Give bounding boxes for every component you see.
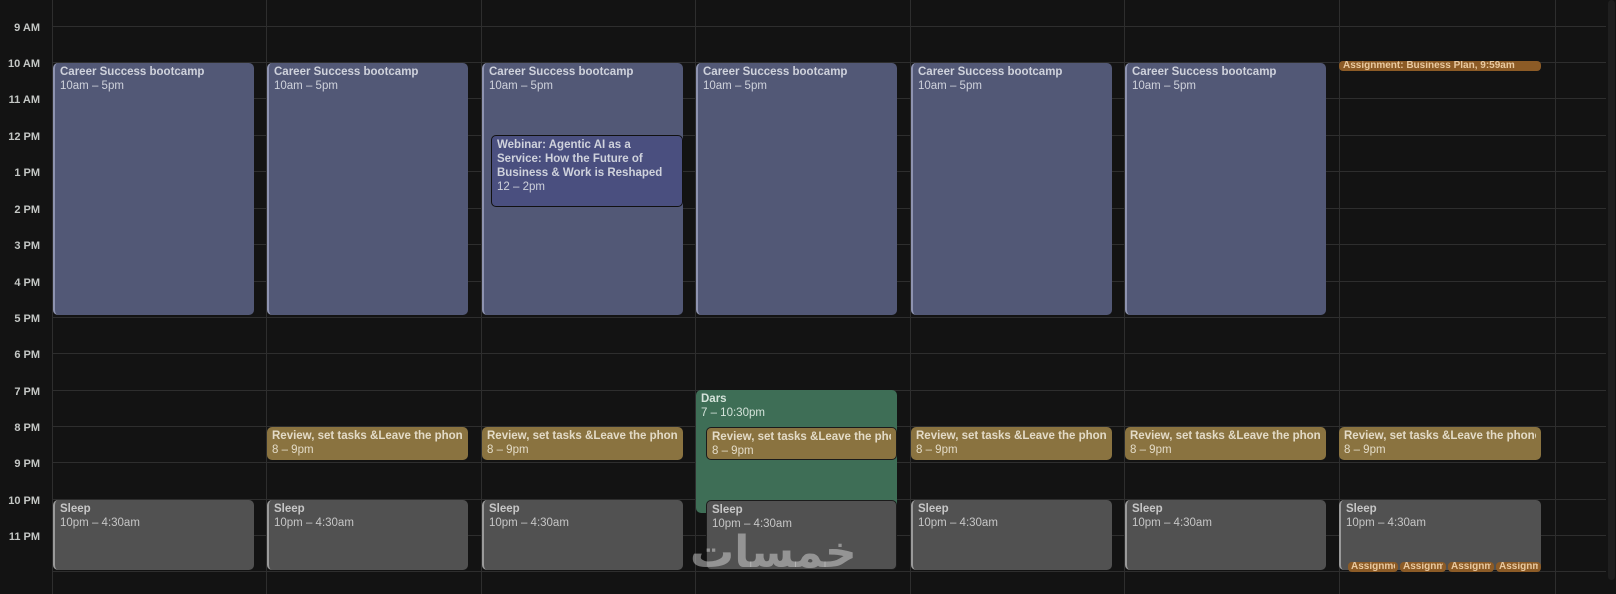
event-time: 10am – 5pm: [489, 80, 553, 92]
time-label: 11 PM: [8, 531, 40, 543]
event-title: Sleep: [1132, 503, 1163, 515]
event-title: Career Success bootcamp: [703, 66, 848, 78]
event-title: Assignme: [1451, 562, 1491, 572]
event-career-bootcamp[interactable]: Career Success bootcamp 10am – 5pm: [696, 63, 897, 315]
event-sleep[interactable]: Sleep 10pm – 4:30am: [482, 500, 683, 570]
event-title: Dars: [701, 393, 727, 405]
event-title: Review, set tasks &Leave the phone: [916, 430, 1107, 442]
event-time: 8 – 9pm: [1344, 444, 1386, 456]
scrollbar-thumb[interactable]: [1608, 0, 1615, 580]
event-sleep[interactable]: Sleep 10pm – 4:30am: [53, 500, 254, 570]
event-time: 10am – 5pm: [703, 80, 767, 92]
event-title: Review, set tasks &Leave the phone: [487, 430, 678, 442]
event-time: 12 – 2pm: [497, 181, 545, 193]
time-label: 9 PM: [14, 458, 40, 470]
event-time: 10am – 5pm: [60, 80, 124, 92]
watermark-logo: خمسات: [690, 527, 857, 578]
event-assignment-chip[interactable]: Assignme: [1496, 562, 1541, 572]
hour-line: [52, 317, 1616, 318]
event-career-bootcamp[interactable]: Career Success bootcamp 10am – 5pm: [911, 63, 1112, 315]
event-review[interactable]: Review, set tasks &Leave the phone 8 – 9…: [267, 427, 468, 460]
event-time: 8 – 9pm: [1130, 444, 1172, 456]
event-sleep[interactable]: Sleep 10pm – 4:30am: [267, 500, 468, 570]
time-label: 6 PM: [14, 349, 40, 361]
vertical-scrollbar[interactable]: [1606, 0, 1616, 594]
event-title: Career Success bootcamp: [60, 66, 205, 78]
time-label: 2 PM: [14, 204, 40, 216]
event-career-bootcamp[interactable]: Career Success bootcamp 10am – 5pm: [53, 63, 254, 315]
event-review[interactable]: Review, set tasks &Leave the phone 8 – 9…: [1125, 427, 1326, 460]
hour-line: [52, 353, 1616, 354]
event-assignment-chip[interactable]: Assignme: [1348, 562, 1398, 572]
event-title: Career Success bootcamp: [489, 66, 634, 78]
event-title: Sleep: [918, 503, 949, 515]
event-title: Review, set tasks &Leave the phone: [1130, 430, 1321, 442]
event-assignment-chip[interactable]: Assignme: [1448, 562, 1494, 572]
event-time: 8 – 9pm: [487, 444, 529, 456]
event-time: 10pm – 4:30am: [1346, 517, 1426, 529]
event-title: Sleep: [60, 503, 91, 515]
time-label: 9 AM: [14, 22, 40, 34]
hour-line: [52, 26, 1616, 27]
event-career-bootcamp[interactable]: Career Success bootcamp 10am – 5pm: [1125, 63, 1326, 315]
event-title: Review, set tasks &Leave the phone: [272, 430, 463, 442]
event-title: Sleep: [712, 504, 743, 516]
event-time: 7 – 10:30pm: [701, 407, 765, 419]
event-title: Sleep: [274, 503, 305, 515]
event-title: Assignme: [1499, 562, 1538, 572]
event-time: 10pm – 4:30am: [274, 517, 354, 529]
event-title: Career Success bootcamp: [1132, 66, 1277, 78]
time-label: 7 PM: [14, 386, 40, 398]
event-title: Assignme: [1351, 562, 1395, 572]
event-webinar[interactable]: Webinar: Agentic AI as a Service: How th…: [491, 135, 683, 207]
event-time: 10pm – 4:30am: [489, 517, 569, 529]
event-time: 8 – 9pm: [712, 445, 754, 457]
time-label: 11 AM: [8, 94, 40, 106]
event-title: Assignme: [1403, 562, 1443, 572]
day-column-line: [1555, 0, 1556, 594]
event-time: 8 – 9pm: [916, 444, 958, 456]
time-label: 1 PM: [14, 167, 40, 179]
event-time: 10am – 5pm: [918, 80, 982, 92]
time-label: 12 PM: [8, 131, 40, 143]
event-title: Sleep: [1346, 503, 1377, 515]
event-title: Sleep: [489, 503, 520, 515]
event-time: 10am – 5pm: [1132, 80, 1196, 92]
event-time: 10pm – 4:30am: [60, 517, 140, 529]
event-sleep[interactable]: Sleep 10pm – 4:30am: [1339, 500, 1541, 570]
event-time: 8 – 9pm: [272, 444, 314, 456]
event-title: Career Success bootcamp: [274, 66, 419, 78]
event-time: 10am – 5pm: [274, 80, 338, 92]
event-review[interactable]: Review, set tasks &Leave the phone 8 – 9…: [482, 427, 683, 460]
time-label: 10 AM: [8, 58, 40, 70]
time-label: 4 PM: [14, 277, 40, 289]
event-title: Career Success bootcamp: [918, 66, 1063, 78]
event-time: 10pm – 4:30am: [1132, 517, 1212, 529]
event-review[interactable]: Review, set tasks &Leave the phone 8 – 9…: [706, 427, 897, 460]
event-title: Review, set tasks &Leave the phone: [1344, 430, 1536, 442]
event-career-bootcamp[interactable]: Career Success bootcamp 10am – 5pm: [267, 63, 468, 315]
time-label: 3 PM: [14, 240, 40, 252]
week-calendar-grid: 9 AM 10 AM 11 AM 12 PM 1 PM 2 PM 3 PM 4 …: [0, 0, 1616, 594]
time-label: 8 PM: [14, 422, 40, 434]
event-assignment[interactable]: Assignment: Business Plan, 9:59am: [1339, 61, 1541, 71]
event-title: Webinar: Agentic AI as a Service: How th…: [497, 139, 663, 179]
event-assignment-chip[interactable]: Assignme: [1400, 562, 1446, 572]
event-title: Assignment: Business Plan, 9:59am: [1343, 61, 1515, 71]
event-time: 10pm – 4:30am: [918, 517, 998, 529]
event-sleep[interactable]: Sleep 10pm – 4:30am: [911, 500, 1112, 570]
event-review[interactable]: Review, set tasks &Leave the phone 8 – 9…: [911, 427, 1112, 460]
time-label: 5 PM: [14, 313, 40, 325]
event-sleep[interactable]: Sleep 10pm – 4:30am: [1125, 500, 1326, 570]
event-review[interactable]: Review, set tasks &Leave the phone 8 – 9…: [1339, 427, 1541, 460]
event-title: Review, set tasks &Leave the phone: [712, 431, 891, 443]
time-label: 10 PM: [8, 495, 40, 507]
